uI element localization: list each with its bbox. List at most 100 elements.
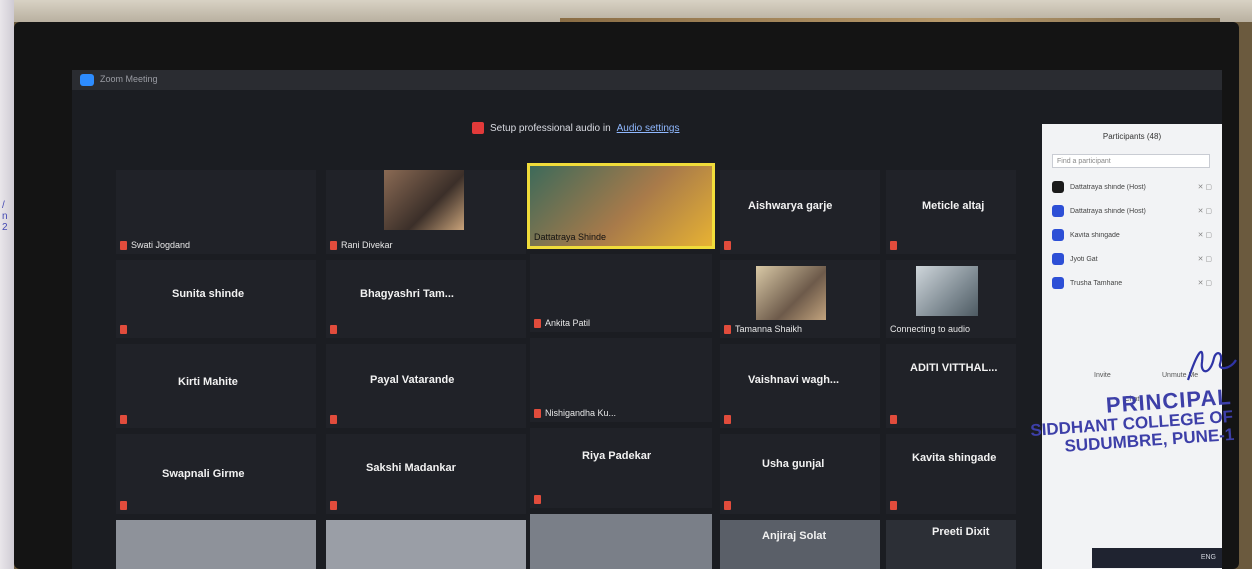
avatar (1052, 277, 1064, 289)
tile-caption (120, 325, 127, 334)
tile-caption (890, 415, 897, 424)
audio-settings-link[interactable]: Audio settings (617, 123, 680, 134)
participant-name: ADITI VITTHAL... (910, 362, 998, 374)
mic-video-icons: ✕ ▢ (1197, 232, 1212, 239)
muted-icon (120, 325, 127, 334)
participant-row[interactable]: Dattatraya shinde (Host) ✕ ▢ (1052, 202, 1212, 220)
muted-icon (120, 501, 127, 510)
muted-icon (330, 240, 337, 250)
participant-video (756, 266, 826, 320)
muted-icon (724, 415, 731, 424)
audio-banner: Setup professional audio in Audio settin… (472, 122, 679, 134)
tile-caption (120, 415, 127, 424)
muted-icon (724, 501, 731, 510)
participant-tile[interactable]: Nishigandha Ku... (530, 338, 712, 422)
muted-icon (724, 324, 731, 334)
participant-tile[interactable]: Rani Divekar (326, 170, 526, 254)
participant-name: Payal Vatarande (370, 374, 455, 386)
avatar (1052, 205, 1064, 217)
avatar (1052, 181, 1064, 193)
participant-video (916, 266, 978, 316)
participant-tile[interactable]: ADITI VITTHAL... (886, 344, 1016, 428)
mic-video-icons: ✕ ▢ (1197, 208, 1212, 215)
participant-row[interactable]: Dattatraya shinde (Host) ✕ ▢ (1052, 178, 1212, 196)
monitor: Zoom Meeting Setup professional audio in… (14, 22, 1239, 569)
participant-name: Meticle altaj (922, 200, 985, 212)
participant-name: Preeti Dixit (932, 526, 990, 538)
participant-tile[interactable]: Tamanna Shaikh (720, 260, 880, 338)
paper-edge-ink: / n 2 (2, 200, 8, 233)
tile-caption: Swati Jogdand (120, 240, 190, 250)
window-title: Zoom Meeting (100, 74, 158, 84)
muted-icon (890, 241, 897, 250)
audio-warning-icon (472, 122, 484, 134)
tile-caption: Connecting to audio (890, 324, 970, 334)
participant-tile[interactable]: Connecting to audio (886, 260, 1016, 338)
muted-icon (330, 501, 337, 510)
participant-video (384, 170, 464, 230)
participant-tile[interactable]: Vaishnavi wagh... (720, 344, 880, 428)
participant-tile[interactable]: Swapnali Girme (116, 434, 316, 514)
muted-icon (120, 240, 127, 250)
participant-tile[interactable]: Payal Vatarande (326, 344, 526, 428)
participant-tile[interactable]: Usha gunjal (720, 434, 880, 514)
muted-icon (534, 495, 541, 504)
participant-row-name: Kavita shingade (1070, 231, 1120, 239)
participant-name: Kavita shingade (912, 452, 997, 464)
participant-tile[interactable] (326, 520, 526, 569)
muted-icon (534, 318, 541, 328)
banner-text: Setup professional audio in (490, 122, 611, 134)
participant-name: Aishwarya garje (748, 200, 833, 212)
muted-icon (330, 415, 337, 424)
tile-caption: Dattatraya Shinde (534, 232, 606, 242)
mic-video-icons: ✕ ▢ (1197, 256, 1212, 263)
participant-name: Connecting to audio (890, 324, 971, 334)
participant-tile[interactable]: Swati Jogdand (116, 170, 316, 254)
participant-tile[interactable]: Sakshi Madankar (326, 434, 526, 514)
tile-caption (330, 501, 337, 510)
participant-tile[interactable] (530, 514, 712, 569)
muted-icon (120, 415, 127, 424)
participant-name: Bhagyashri Tam... (360, 288, 454, 300)
participant-tile-active[interactable]: Dattatraya Shinde (527, 163, 715, 249)
photo-paper-left (0, 0, 14, 569)
participant-tile[interactable]: Anjiraj Solat (720, 520, 880, 569)
avatar (1052, 253, 1064, 265)
participant-row[interactable]: Jyoti Gat ✕ ▢ (1052, 250, 1212, 268)
participant-tile[interactable] (116, 520, 316, 569)
participant-row[interactable]: Kavita shingade ✕ ▢ (1052, 226, 1212, 244)
muted-icon (890, 501, 897, 510)
avatar (1052, 229, 1064, 241)
participant-tile[interactable]: Meticle altaj (886, 170, 1016, 254)
participant-name: Anjiraj Solat (762, 530, 827, 542)
participant-row-name: Dattatraya shinde (Host) (1070, 183, 1146, 191)
participant-row[interactable]: Trusha Tamhane ✕ ▢ (1052, 274, 1212, 292)
participant-name: Sunita shinde (172, 288, 245, 300)
participant-tile[interactable]: Riya Padekar (530, 428, 712, 508)
windows-taskbar: ENG (1092, 548, 1222, 568)
participant-tile[interactable]: Preeti Dixit (886, 520, 1016, 569)
participant-row-name: Jyoti Gat (1070, 255, 1098, 263)
invite-button[interactable]: Invite (1094, 372, 1111, 379)
participant-tile[interactable]: Bhagyashri Tam... (326, 260, 526, 338)
participant-tile[interactable]: Kirti Mahite (116, 344, 316, 428)
participant-tile[interactable]: Ankita Patil (530, 254, 712, 332)
zoom-screen: Zoom Meeting Setup professional audio in… (72, 70, 1222, 569)
mic-video-icons: ✕ ▢ (1197, 184, 1212, 191)
zoom-logo-icon (80, 74, 94, 86)
participant-name: Riya Padekar (582, 450, 652, 462)
participant-name: Tamanna Shaikh (735, 324, 803, 334)
participant-tile[interactable]: Kavita shingade (886, 434, 1016, 514)
participant-tile[interactable]: Sunita shinde (116, 260, 316, 338)
participant-name: Dattatraya Shinde (534, 232, 607, 242)
tile-caption (724, 415, 731, 424)
signature-icon (1186, 350, 1237, 381)
muted-icon (724, 241, 731, 250)
window-titlebar: Zoom Meeting (72, 70, 1222, 90)
participant-tile[interactable]: Aishwarya garje (720, 170, 880, 254)
participant-search-input[interactable]: Find a participant (1052, 154, 1210, 168)
participant-name: Sakshi Madankar (366, 462, 456, 474)
taskbar-language: ENG (1200, 554, 1216, 561)
tile-caption (330, 415, 337, 424)
tile-caption (724, 501, 731, 510)
